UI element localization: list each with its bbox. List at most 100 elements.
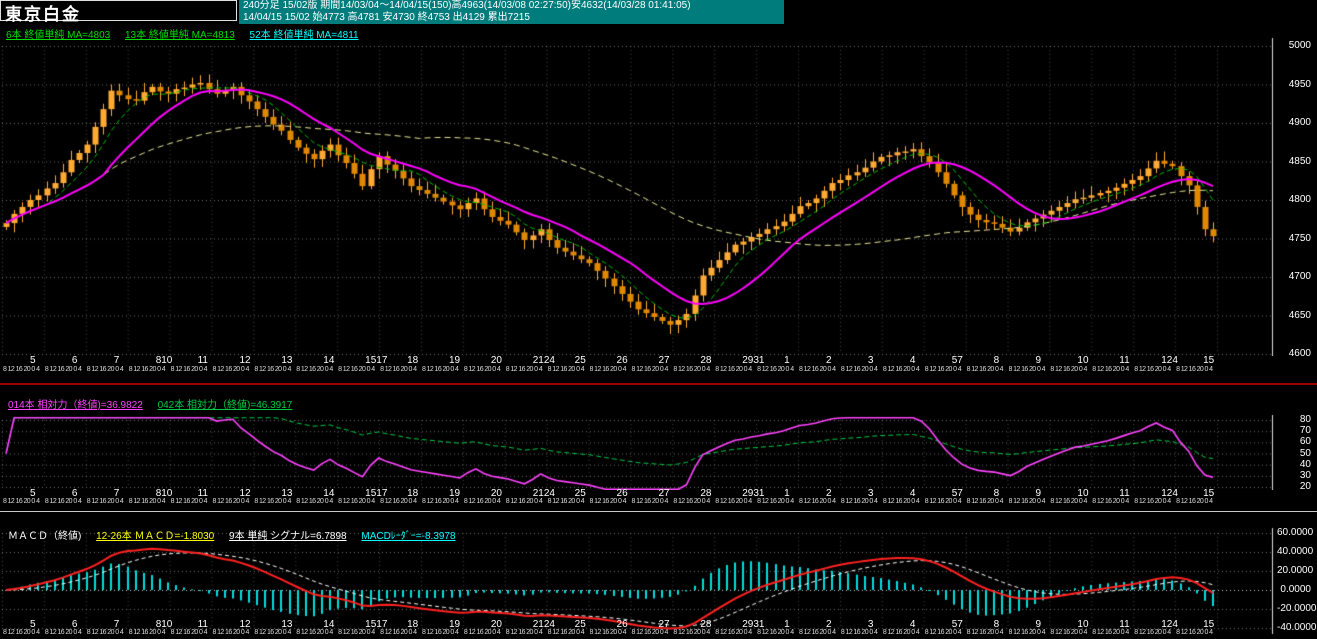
x-axis-time-labels: 8 12 16 20 0 4 (1008, 366, 1046, 373)
y-axis-tick: 60.0000 (1277, 527, 1314, 538)
rsi14-legend[interactable]: 014本 相対力（終値)=36.9822 (8, 400, 143, 411)
x-axis-time-labels: 8 12 16 20 0 4 (673, 629, 710, 636)
x-axis-time-labels: 8 12 16 20 0 4 (128, 498, 166, 505)
y-axis-tick: 40.0000 (1277, 546, 1314, 557)
x-axis-time-labels: 8 12 16 20 0 4 (421, 498, 459, 505)
x-axis-time-labels: 8 12 16 20 0 4 (1050, 498, 1087, 505)
x-axis-day-label: 9 (1035, 355, 1042, 366)
x-axis-time-labels: 8 12 16 20 0 4 (505, 629, 543, 636)
x-axis-time-labels: 8 12 16 20 0 4 (296, 366, 333, 373)
x-axis-time-labels: 8 12 16 20 0 4 (254, 629, 291, 636)
x-axis-day-label: 10 (1077, 355, 1089, 366)
x-axis-time-labels: 8 12 16 20 0 4 (463, 629, 501, 636)
x-axis-time-labels: 8 12 16 20 0 4 (128, 366, 166, 373)
x-axis-time-labels: 8 12 16 20 0 4 (380, 366, 417, 373)
x-axis-time-labels: 8 12 16 20 0 4 (1134, 366, 1171, 373)
x-axis-time-labels: 8 12 16 20 0 4 (589, 366, 627, 373)
x-axis-time-labels: 8 12 16 20 0 4 (1092, 629, 1129, 636)
x-axis-time-labels: 8 12 16 20 0 4 (380, 498, 417, 505)
x-axis-time-labels: 8 12 16 20 0 4 (589, 498, 627, 505)
x-axis-time-labels: 8 12 16 20 0 4 (1134, 629, 1171, 636)
x-axis-day-label: 2931 (742, 355, 765, 366)
panel-separator-white (0, 511, 1317, 512)
x-axis-day-label: 7 (113, 355, 120, 366)
x-axis-time-labels: 8 12 16 20 0 4 (882, 366, 920, 373)
x-axis-time-labels: 8 12 16 20 0 4 (966, 366, 1004, 373)
y-axis-tick: -20.0000 (1277, 603, 1317, 614)
x-axis-day-label: 6 (71, 355, 78, 366)
y-axis-tick: 4650 (1288, 309, 1311, 321)
x-axis-time-labels: 8 12 16 20 0 4 (421, 629, 459, 636)
header-info: 240分足 15/02版 期間14/03/04～14/04/15(150)高49… (239, 0, 784, 24)
y-axis-tick: 5000 (1288, 40, 1311, 51)
x-axis-day-label: 12 (239, 355, 251, 366)
x-axis-time-labels: 8 12 16 20 0 4 (254, 366, 291, 373)
x-axis-day-label: 124 (1161, 355, 1178, 366)
x-axis-day-label: 28 (700, 355, 712, 366)
ma13-legend[interactable]: 13本 終値単純 MA=4813 (125, 30, 235, 41)
x-axis-time-labels: 8 12 16 20 0 4 (757, 366, 794, 373)
x-axis-time-labels: 8 12 16 20 0 4 (86, 498, 124, 505)
chart-app-window: 東京白金 240分足 15/02版 期間14/03/04～14/04/15(15… (0, 0, 1317, 639)
x-axis-time-labels: 8 12 16 20 0 4 (86, 366, 124, 373)
x-axis-time-labels: 8 12 16 20 0 4 (799, 498, 836, 505)
macd-legend: ＭＡＣＤ（終値) 12-26本 ＭＡＣＤ=-1.8030 9本 単純 シグナル=… (8, 527, 468, 542)
x-axis-time-labels: 8 12 16 20 0 4 (44, 498, 82, 505)
x-axis-time-labels: 8 12 16 20 0 4 (44, 629, 82, 636)
x-axis-time-labels: 8 12 16 20 0 4 (840, 366, 878, 373)
y-axis-tick: 50 (1299, 447, 1311, 459)
y-axis-tick: 20 (1299, 481, 1311, 492)
x-axis-time-labels: 8 12 16 20 0 4 (128, 629, 166, 636)
x-axis-time-labels: 8 12 16 20 0 4 (924, 366, 962, 373)
x-axis-time-labels: 8 12 16 20 0 4 (296, 629, 333, 636)
x-axis-time-labels: 8 12 16 20 0 4 (1134, 498, 1171, 505)
x-axis-time-labels: 8 12 16 20 0 4 (505, 498, 543, 505)
x-axis-day-label: 810 (155, 355, 173, 366)
x-axis-time-labels: 8 12 16 20 0 4 (86, 629, 124, 636)
x-axis-day-label: 11 (1119, 355, 1130, 366)
x-axis-time-labels: 8 12 16 20 0 4 (631, 629, 668, 636)
x-axis-day-label: 15 (1203, 355, 1215, 366)
x-axis-time-labels: 8 12 16 20 0 4 (338, 498, 375, 505)
x-axis-time-labels: 8 12 16 20 0 4 (212, 366, 249, 373)
x-axis-time-labels: 8 12 16 20 0 4 (589, 629, 627, 636)
rsi42-legend[interactable]: 042本 相対力（終値)=46.3917 (158, 400, 293, 411)
x-axis-time-labels: 8 12 16 20 0 4 (757, 498, 794, 505)
y-axis-tick: 60 (1299, 436, 1311, 448)
x-axis-time-labels: 8 12 16 20 0 4 (1008, 629, 1046, 636)
macd-value-legend[interactable]: 12-26本 ＭＡＣＤ=-1.8030 (96, 531, 214, 542)
panel-separator-red (0, 383, 1317, 385)
x-axis-time-labels: 8 12 16 20 0 4 (924, 629, 962, 636)
x-axis-time-labels: 8 12 16 20 0 4 (1176, 498, 1213, 505)
x-axis-time-labels: 8 12 16 20 0 4 (1050, 629, 1087, 636)
x-axis-time-labels: 8 12 16 20 0 4 (338, 366, 375, 373)
x-axis-time-labels: 8 12 16 20 0 4 (170, 366, 208, 373)
x-axis-day-label: 20 (490, 355, 502, 366)
ma6-legend[interactable]: 6本 終値単純 MA=4803 (6, 30, 110, 41)
x-axis-time-labels: 8 12 16 20 0 4 (715, 366, 752, 373)
y-axis-tick: 4900 (1288, 117, 1311, 128)
x-axis-time-labels: 8 12 16 20 0 4 (1092, 366, 1129, 373)
x-axis-day-label: 19 (448, 355, 461, 366)
x-axis-time-labels: 8 12 16 20 0 4 (421, 366, 459, 373)
x-axis-time-labels: 8 12 16 20 0 4 (882, 629, 920, 636)
y-axis-tick: 0.0000 (1280, 584, 1311, 595)
x-axis-time-labels: 8 12 16 20 0 4 (212, 629, 249, 636)
candlestick-chart-canvas (0, 36, 1274, 356)
rsi-chart-canvas (0, 408, 1274, 490)
x-axis-time-labels: 8 12 16 20 0 4 (463, 366, 501, 373)
macd-title-legend: ＭＡＣＤ（終値) (8, 531, 82, 542)
macd-osc-legend[interactable]: MACDﾚｰﾀﾞｰ=-8.3978 (361, 531, 455, 542)
header-info-line2: 14/04/15 15/02 始4773 高4781 安4730 終4753 出… (243, 12, 530, 23)
x-axis-time-labels: 8 12 16 20 0 4 (631, 498, 668, 505)
x-axis-time-labels: 8 12 16 20 0 4 (44, 366, 82, 373)
x-axis-day-label: 14 (323, 355, 335, 366)
x-axis-time-labels: 8 12 16 20 0 4 (799, 629, 836, 636)
y-axis-tick: 4850 (1288, 155, 1311, 167)
macd-signal-legend[interactable]: 9本 単純 シグナル=6.7898 (229, 531, 347, 542)
y-axis-tick: 70 (1299, 425, 1311, 437)
x-axis-time-labels: 8 12 16 20 0 4 (966, 629, 1004, 636)
x-axis-time-labels: 8 12 16 20 0 4 (924, 498, 962, 505)
ma52-legend[interactable]: 52本 終値単純 MA=4811 (250, 30, 359, 41)
x-axis-time-labels: 8 12 16 20 0 4 (715, 498, 752, 505)
